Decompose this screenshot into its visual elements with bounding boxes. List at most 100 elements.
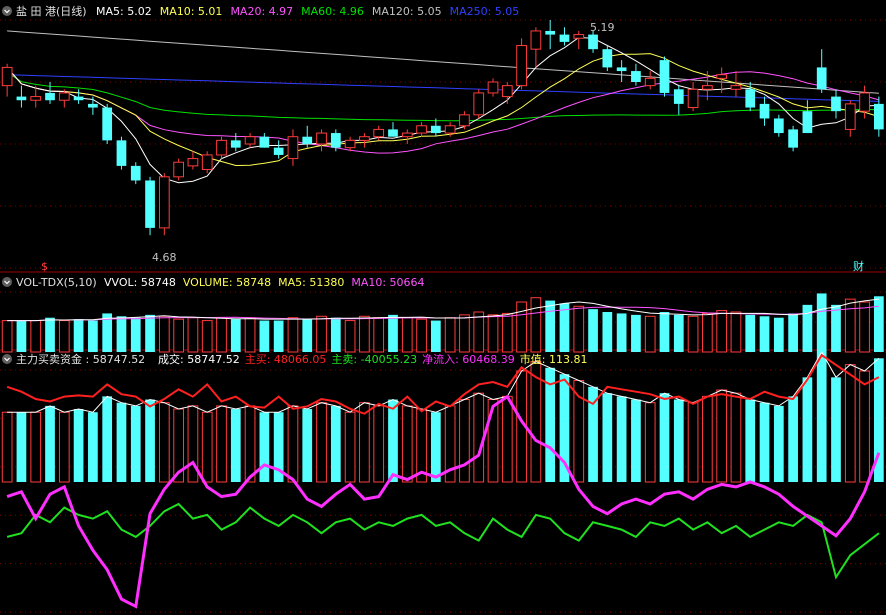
candle[interactable] bbox=[459, 114, 470, 127]
candle[interactable] bbox=[173, 161, 184, 178]
candle[interactable] bbox=[673, 89, 684, 104]
candle[interactable] bbox=[773, 118, 784, 134]
event-marker-s[interactable]: $ bbox=[41, 260, 48, 273]
candle[interactable] bbox=[788, 129, 798, 148]
volume-bar bbox=[73, 319, 84, 352]
fund-bar bbox=[788, 396, 798, 482]
candle[interactable] bbox=[388, 129, 398, 137]
candle[interactable] bbox=[873, 103, 884, 130]
candle[interactable] bbox=[244, 136, 256, 145]
candle[interactable] bbox=[158, 176, 170, 229]
candle[interactable] bbox=[859, 92, 870, 112]
fund-bar bbox=[802, 377, 813, 482]
volume-bar bbox=[631, 314, 641, 352]
fund-bar bbox=[116, 402, 127, 482]
candle[interactable] bbox=[102, 107, 113, 141]
candle[interactable] bbox=[616, 67, 627, 72]
candle[interactable] bbox=[401, 132, 413, 138]
candle[interactable] bbox=[116, 140, 127, 166]
fund-bar bbox=[831, 377, 841, 482]
candle[interactable] bbox=[344, 139, 356, 149]
candle[interactable] bbox=[516, 45, 527, 87]
volume-bar bbox=[187, 317, 199, 353]
price-settings-icon[interactable] bbox=[2, 6, 12, 16]
candle[interactable] bbox=[230, 140, 241, 148]
candle[interactable] bbox=[287, 136, 299, 160]
candle[interactable] bbox=[201, 154, 213, 171]
candle[interactable] bbox=[559, 34, 570, 42]
candle[interactable] bbox=[130, 165, 141, 181]
funds-settings-icon[interactable] bbox=[2, 354, 12, 364]
candle[interactable] bbox=[259, 136, 270, 148]
volume-bar bbox=[716, 310, 728, 353]
volume-bar bbox=[516, 301, 527, 353]
candle[interactable] bbox=[730, 85, 742, 90]
candle[interactable] bbox=[487, 81, 499, 94]
candle[interactable] bbox=[473, 92, 485, 116]
candle[interactable] bbox=[16, 96, 27, 101]
candle[interactable] bbox=[88, 103, 98, 108]
fund-bar bbox=[702, 395, 713, 483]
candle[interactable] bbox=[759, 103, 770, 119]
candle[interactable] bbox=[631, 71, 641, 82]
candle[interactable] bbox=[1, 66, 13, 87]
fund-bar bbox=[230, 409, 241, 482]
candle[interactable] bbox=[844, 103, 856, 130]
candle[interactable] bbox=[687, 88, 699, 109]
volume-bar bbox=[459, 314, 470, 353]
candle[interactable] bbox=[444, 125, 456, 134]
candle[interactable] bbox=[45, 92, 55, 101]
volume-bar bbox=[473, 311, 485, 353]
candle[interactable] bbox=[430, 125, 441, 134]
candle[interactable] bbox=[58, 92, 70, 101]
volume-settings-icon[interactable] bbox=[2, 277, 12, 287]
candle[interactable] bbox=[702, 85, 713, 90]
candle[interactable] bbox=[545, 30, 556, 35]
candle[interactable] bbox=[302, 136, 313, 144]
volume-indicator-values: VVOL: 58748 VOLUME: 58748 MA5: 51380 MA10: … bbox=[104, 276, 425, 289]
fund-bar bbox=[316, 402, 327, 483]
candle[interactable] bbox=[145, 180, 155, 228]
candle[interactable] bbox=[316, 132, 327, 145]
candle[interactable] bbox=[187, 158, 199, 167]
volume-bar bbox=[659, 312, 670, 352]
candle[interactable] bbox=[359, 136, 370, 141]
indicator-1: VOLUME: 58748 bbox=[183, 276, 271, 289]
candle[interactable] bbox=[802, 111, 813, 134]
stock-chart[interactable]: 5.19 4.68 $ 财 盐 田 港(日线) MA5: 5.02 MA10: 5… bbox=[0, 0, 886, 615]
candle[interactable] bbox=[831, 96, 841, 112]
volume-bar bbox=[573, 305, 585, 353]
candle[interactable] bbox=[588, 34, 598, 50]
candle[interactable] bbox=[216, 139, 227, 156]
fund-bar bbox=[158, 402, 170, 483]
candle[interactable] bbox=[659, 60, 670, 93]
candle[interactable] bbox=[30, 96, 42, 101]
candle[interactable] bbox=[745, 89, 756, 108]
candle[interactable] bbox=[373, 128, 385, 138]
fund-bar bbox=[673, 399, 684, 482]
fund-bar bbox=[430, 412, 441, 482]
candle[interactable] bbox=[273, 147, 284, 155]
candle[interactable] bbox=[501, 85, 513, 98]
candle[interactable] bbox=[644, 77, 656, 87]
candle[interactable] bbox=[530, 30, 542, 50]
candle[interactable] bbox=[816, 67, 827, 90]
candle[interactable] bbox=[416, 125, 427, 134]
candle[interactable] bbox=[573, 34, 585, 39]
candle[interactable] bbox=[330, 133, 341, 148]
volume-panel-title: VOL-TDX(5,10) bbox=[16, 276, 97, 289]
candle[interactable] bbox=[73, 96, 84, 101]
event-marker-cai[interactable]: 财 bbox=[853, 259, 864, 273]
fund-bar bbox=[102, 396, 113, 482]
fund-bar bbox=[73, 409, 84, 482]
volume-bar bbox=[702, 312, 713, 353]
fund-bar bbox=[687, 402, 699, 483]
volume-bar bbox=[644, 315, 656, 353]
candle[interactable] bbox=[602, 49, 613, 68]
fund-bar bbox=[401, 405, 413, 483]
fund-bar bbox=[88, 412, 98, 482]
fund-bar bbox=[859, 370, 870, 483]
volume-bar bbox=[359, 315, 370, 353]
candle[interactable] bbox=[716, 74, 728, 79]
volume-bar bbox=[316, 315, 327, 353]
